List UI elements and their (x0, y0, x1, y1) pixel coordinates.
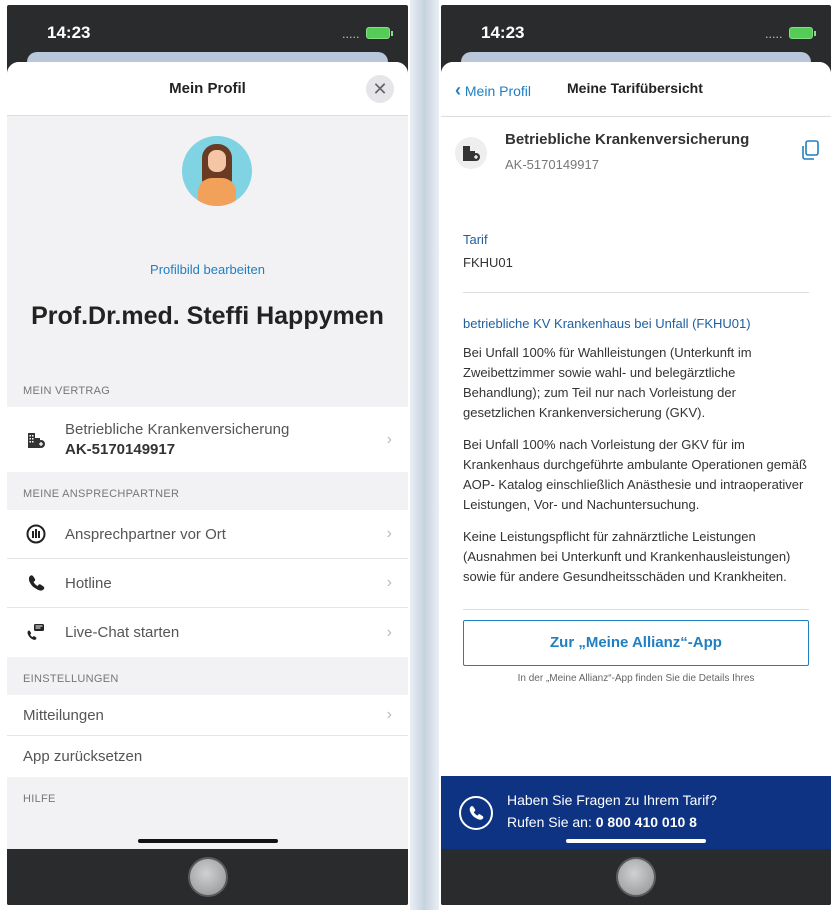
contact-row-chat[interactable]: Live-Chat starten › (7, 608, 408, 657)
status-time: 14:23 (47, 23, 91, 42)
contract-name: Betriebliche Krankenversicherung (65, 421, 290, 438)
avatar-face (208, 150, 226, 172)
home-button[interactable] (187, 857, 228, 897)
contact-row-local[interactable]: Ansprechpartner vor Ort › (7, 510, 408, 559)
people-circle-icon (7, 524, 65, 544)
status-time: 14:23 (481, 23, 525, 42)
phone-screen-profile: 14:23 ..... Mein Profil ✕ Profilbild bea… (7, 5, 408, 905)
tariff-name: betriebliche KV Krankenhaus bei Unfall (… (463, 316, 751, 331)
settings-row-notifications[interactable]: Mitteilungen › (7, 695, 408, 736)
help-banner[interactable]: Haben Sie Fragen zu Ihrem Tarif? Rufen S… (441, 776, 831, 849)
help-question: Haben Sie Fragen zu Ihrem Tarif? (507, 792, 717, 808)
profile-area: Profilbild bearbeiten Prof.Dr.med. Steff… (7, 116, 408, 369)
copy-icon[interactable] (799, 139, 821, 166)
tariff-content: Tarif FKHU01 betriebliche KV Krankenhaus… (441, 194, 831, 824)
page-title: Mein Profil (169, 80, 246, 97)
nav-header: ‹ Mein Profil Meine Tarifübersicht (441, 62, 831, 116)
chevron-right-icon: › (386, 430, 392, 448)
edit-profile-photo-link[interactable]: Profilbild bearbeiten (7, 262, 408, 277)
phone-screen-tariff: 14:23 ..... ‹ Mein Profil Meine Tarifübe… (441, 5, 831, 905)
tariff-description-2: Bei Unfall 100% nach Vorleistung der GKV… (463, 437, 807, 512)
help-call-line: Rufen Sie an: 0 800 410 010 8 (507, 814, 697, 830)
home-indicator (137, 839, 278, 843)
tariff-sheet: ‹ Mein Profil Meine Tarifübersicht Betri… (441, 62, 831, 849)
signal-icon: ..... (342, 30, 360, 40)
sheet-header: Mein Profil ✕ (7, 62, 408, 116)
divider (463, 609, 809, 610)
contract-number: AK-5170149917 (65, 441, 176, 458)
avatar-body (198, 178, 236, 206)
settings-label-reset-app: App zurücksetzen (23, 748, 143, 765)
contract-number: AK-5170149917 (505, 157, 599, 172)
section-title-contract: MEIN VERTRAG (23, 385, 111, 397)
back-button[interactable]: ‹ Mein Profil (455, 80, 531, 101)
chat-icon (7, 623, 65, 643)
contract-group: Betriebliche Krankenversicherung AK-5170… (7, 407, 408, 472)
hotline-number[interactable]: 0 800 410 010 8 (596, 814, 697, 830)
background-divider (410, 0, 439, 910)
contract-card: Betriebliche Krankenversicherung AK-5170… (441, 116, 831, 194)
contract-name: Betriebliche Krankenversicherung (505, 131, 750, 148)
contact-label-hotline: Hotline (65, 574, 112, 592)
battery-icon (789, 27, 816, 39)
chevron-right-icon: › (386, 574, 392, 591)
device-bottom (441, 849, 831, 905)
tariff-value: FKHU01 (463, 255, 809, 293)
profile-sheet: Mein Profil ✕ Profilbild bearbeiten Prof… (7, 62, 408, 849)
profile-name: Prof.Dr.med. Steffi Happymen (31, 302, 384, 330)
contact-label-chat: Live-Chat starten (65, 624, 180, 641)
battery-icon (366, 27, 393, 39)
home-button[interactable] (616, 857, 656, 897)
contract-labels: Betriebliche Krankenversicherung AK-5170… (65, 421, 289, 458)
chevron-right-icon: › (386, 525, 392, 542)
chevron-right-icon: › (386, 623, 392, 641)
section-title-settings: EINSTELLUNGEN (23, 673, 119, 685)
close-button[interactable]: ✕ (366, 75, 394, 103)
chevron-right-icon: › (386, 706, 392, 723)
tariff-description-1: Bei Unfall 100% für Wahlleistungen (Unte… (463, 345, 752, 420)
home-indicator (566, 839, 706, 843)
phone-icon (7, 574, 65, 592)
section-title-help: HILFE (23, 793, 56, 805)
contract-row[interactable]: Betriebliche Krankenversicherung AK-5170… (7, 407, 408, 472)
chevron-left-icon: ‹ (455, 80, 461, 100)
phone-icon (459, 796, 493, 830)
open-allianz-app-button[interactable]: Zur „Meine Allianz“-App (463, 620, 809, 666)
settings-group: Mitteilungen › App zurücksetzen (7, 695, 408, 777)
contact-row-hotline[interactable]: Hotline › (7, 559, 408, 608)
page-title: Meine Tarifübersicht (567, 80, 703, 96)
tariff-label: Tarif (463, 232, 488, 247)
building-icon (455, 137, 487, 169)
settings-row-reset-app[interactable]: App zurücksetzen (7, 736, 408, 777)
signal-icon: ..... (765, 30, 783, 40)
back-label: Mein Profil (464, 83, 532, 99)
device-bottom (7, 849, 408, 905)
tariff-description-3: Keine Leistungspflicht für zahnärztliche… (463, 529, 791, 584)
building-icon (7, 431, 65, 449)
contacts-group: Ansprechpartner vor Ort › Hotline › Live… (7, 510, 408, 657)
settings-label-notifications: Mitteilungen (23, 706, 104, 724)
section-title-contacts: MEINE ANSPRECHPARTNER (23, 488, 180, 500)
avatar[interactable] (182, 136, 252, 206)
contact-label-local: Ansprechpartner vor Ort (65, 525, 226, 543)
app-hint-text: In der „Meine Allianz“-App finden Sie di… (517, 673, 755, 684)
call-prefix: Rufen Sie an: (507, 814, 592, 830)
